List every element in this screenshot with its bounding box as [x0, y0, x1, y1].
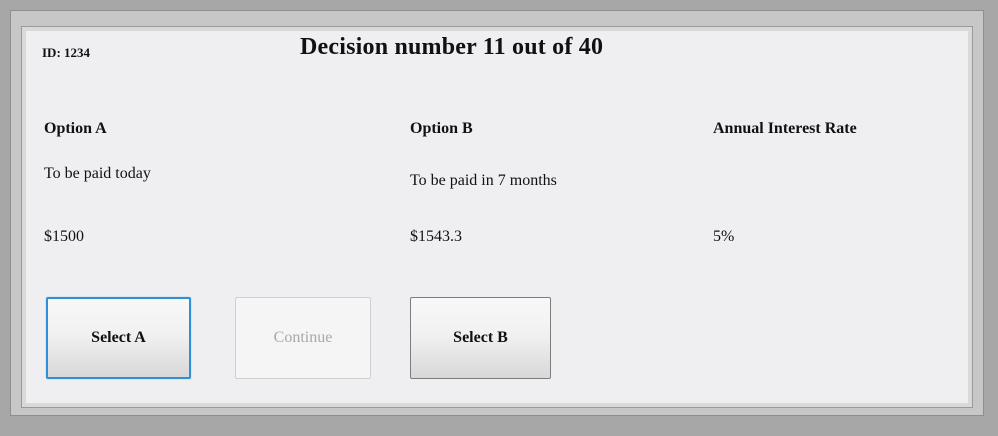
- interest-rate-value: 5%: [713, 228, 735, 245]
- option-b-timing: To be paid in 7 months: [410, 172, 557, 189]
- participant-id: ID: 1234: [42, 45, 91, 60]
- option-b-heading: Option B: [410, 120, 473, 137]
- option-a-timing: To be paid today: [44, 165, 151, 182]
- select-b-button[interactable]: Select B: [410, 297, 551, 379]
- select-a-button[interactable]: Select A: [46, 297, 191, 379]
- continue-button[interactable]: Continue: [235, 297, 371, 379]
- interest-rate-heading: Annual Interest Rate: [713, 120, 857, 137]
- option-a-amount: $1500: [44, 228, 84, 245]
- option-b-amount: $1543.3: [410, 228, 462, 245]
- page-title: Decision number 11 out of 40: [300, 34, 604, 60]
- option-a-heading: Option A: [44, 120, 107, 137]
